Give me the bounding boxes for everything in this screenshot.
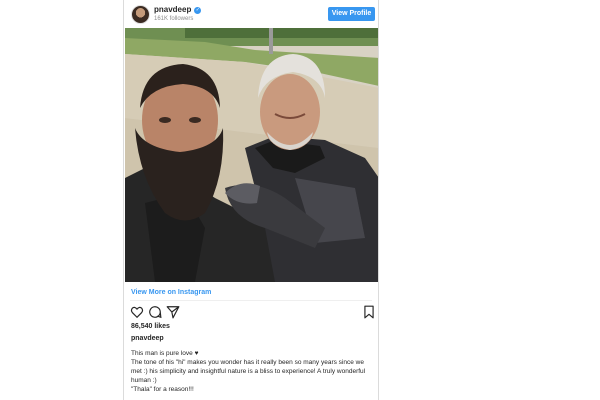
bookmark-icon[interactable] bbox=[362, 305, 376, 319]
caption-line: The tone of his "hi" makes you wonder ha… bbox=[131, 359, 364, 366]
likes-count[interactable]: 86,540 likes bbox=[131, 322, 170, 331]
instagram-embed: pnavdeep ✓ 161K followers View Profile V… bbox=[123, 0, 379, 400]
share-icon[interactable] bbox=[166, 305, 180, 319]
post-caption: This man is pure love ♥ The tone of his … bbox=[131, 349, 375, 394]
view-profile-button[interactable]: View Profile bbox=[328, 7, 375, 21]
heart-icon[interactable] bbox=[130, 305, 144, 319]
divider bbox=[130, 300, 372, 301]
caption-username[interactable]: pnavdeep bbox=[131, 334, 164, 343]
username-row: pnavdeep ✓ bbox=[154, 5, 202, 15]
caption-line: met :) his simplicity and insightful nat… bbox=[131, 368, 366, 375]
post-header: pnavdeep ✓ 161K followers View Profile bbox=[124, 0, 378, 28]
caption-line: human :) bbox=[131, 377, 157, 384]
comment-icon[interactable] bbox=[148, 305, 162, 319]
verified-badge-icon: ✓ bbox=[194, 6, 202, 14]
caption-line: "Thala" for a reason!!! bbox=[131, 386, 194, 393]
post-actions bbox=[130, 305, 376, 319]
post-photo[interactable] bbox=[125, 28, 378, 282]
avatar[interactable] bbox=[131, 5, 150, 24]
view-on-instagram-link[interactable]: View More on Instagram bbox=[131, 288, 211, 297]
username-link[interactable]: pnavdeep bbox=[154, 5, 191, 15]
caption-line: This man is pure love ♥ bbox=[131, 350, 199, 357]
followers-count: 161K followers bbox=[154, 16, 194, 22]
